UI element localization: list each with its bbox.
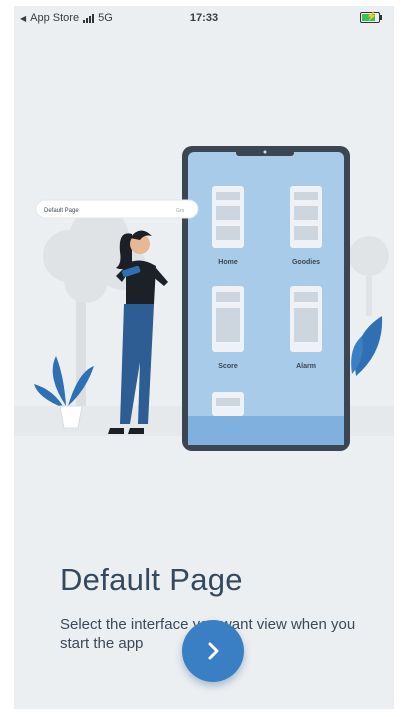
tile-goodies	[290, 186, 322, 248]
status-bar: ◀ App Store 5G 17:33 ⚡	[14, 6, 394, 30]
status-time: 17:33	[189, 12, 219, 24]
tile-label-alarm: Alarm	[296, 363, 316, 370]
popup-label: Default Page	[44, 208, 79, 214]
tile-extra	[212, 392, 244, 416]
tile-alarm	[290, 286, 322, 352]
onboarding-title: Default Page	[60, 562, 243, 597]
default-page-popup: Default Page Gro	[35, 199, 199, 219]
phone-illustration: Home Goodies Score Alarm	[182, 146, 350, 451]
onboarding-illustration: Home Goodies Score Alarm Default Page Gr…	[14, 146, 394, 451]
tile-label-home: Home	[218, 259, 238, 266]
tile-label-goodies: Goodies	[292, 259, 320, 266]
chevron-right-icon	[208, 642, 219, 660]
tile-score	[212, 286, 244, 352]
background-tree-right	[349, 236, 389, 316]
plant-right	[351, 316, 383, 376]
status-right: ⚡	[360, 11, 382, 23]
tile-home	[212, 186, 244, 248]
popup-value: Gro	[176, 208, 185, 214]
battery-icon: ⚡	[360, 11, 382, 23]
tile-label-score: Score	[218, 363, 238, 370]
next-button[interactable]	[182, 620, 244, 682]
onboarding-screen: ◀ App Store 5G 17:33 ⚡ Home Goodies Scor…	[14, 6, 394, 709]
